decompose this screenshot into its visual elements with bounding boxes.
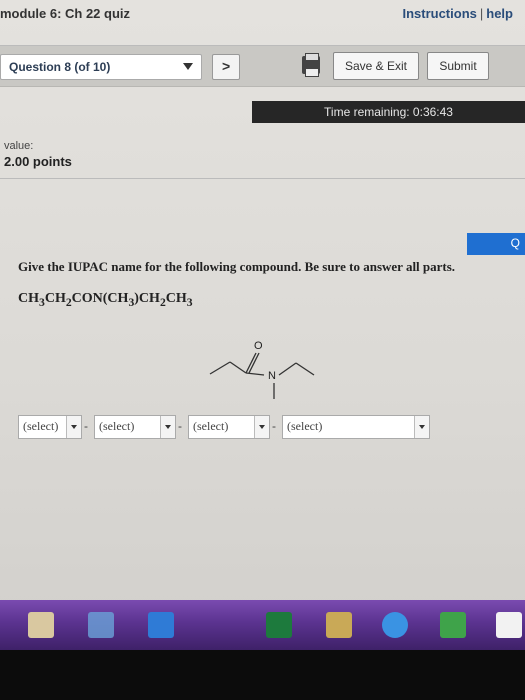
question-selector[interactable]: Question 8 (of 10) xyxy=(0,54,202,80)
dropdown-arrow-icon xyxy=(66,416,81,438)
answer-select-4[interactable]: (select) xyxy=(282,415,430,439)
oxygen-atom-label: O xyxy=(254,340,263,352)
internet-explorer-icon[interactable] xyxy=(382,612,408,638)
dash-separator: - xyxy=(178,419,182,433)
instructions-link[interactable]: Instructions xyxy=(402,6,476,21)
question-prompt: Give the IUPAC name for the following co… xyxy=(18,259,456,274)
outlook-icon[interactable] xyxy=(148,612,174,638)
header-bar: module 6: Ch 22 quiz Instructions | help xyxy=(0,0,525,30)
header-links: Instructions | help xyxy=(402,6,513,21)
module-title: module 6: Ch 22 quiz xyxy=(0,6,131,21)
chevron-right-icon: > xyxy=(222,58,231,74)
links-separator: | xyxy=(479,6,484,21)
divider xyxy=(0,178,525,179)
question-selector-label: Question 8 (of 10) xyxy=(9,60,111,74)
value-label: value: xyxy=(4,140,34,152)
dash-separator: - xyxy=(84,419,88,433)
monitor-bezel xyxy=(0,650,525,700)
dash-separator: - xyxy=(272,419,276,433)
answer-select-3[interactable]: (select) xyxy=(188,415,270,439)
dropdown-arrow-icon xyxy=(254,416,269,438)
chevron-down-icon xyxy=(183,63,193,70)
excel-icon[interactable] xyxy=(266,612,292,638)
network-icon[interactable] xyxy=(88,612,114,638)
time-remaining: Time remaining: 0:36:43 xyxy=(252,101,525,123)
save-exit-button[interactable]: Save & Exit xyxy=(333,52,419,80)
answer-select-2[interactable]: (select) xyxy=(94,415,176,439)
next-question-button[interactable]: > xyxy=(212,54,240,80)
print-icon[interactable] xyxy=(302,53,320,77)
dropdown-arrow-icon xyxy=(414,416,429,438)
folder-icon[interactable] xyxy=(326,612,352,638)
browser-viewport: module 6: Ch 22 quiz Instructions | help Q… xyxy=(0,0,525,610)
answer-selects: (select) - (select) - (select) - (select… xyxy=(18,415,438,443)
corner-glyph: Q xyxy=(510,236,520,250)
file-explorer-icon[interactable] xyxy=(28,612,54,638)
question-corner-bar: Q xyxy=(467,233,525,255)
amazon-icon[interactable] xyxy=(496,612,522,638)
question-nav-bar: Question 8 (of 10) > Save & Exit Submit xyxy=(0,45,525,87)
answer-select-1[interactable]: (select) xyxy=(18,415,82,439)
help-link[interactable]: help xyxy=(486,6,513,21)
app-icon[interactable] xyxy=(440,612,466,638)
submit-button[interactable]: Submit xyxy=(427,52,489,80)
skeletal-structure: O N xyxy=(209,340,315,399)
points-value: 2.00 points xyxy=(4,154,72,169)
nitrogen-atom-label: N xyxy=(268,370,276,382)
windows-taskbar xyxy=(0,600,525,650)
condensed-formula: CH3CH2CON(CH3)CH2CH3 xyxy=(18,291,193,309)
question-panel: Q Give the IUPAC name for the following … xyxy=(0,233,525,603)
dropdown-arrow-icon xyxy=(160,416,175,438)
